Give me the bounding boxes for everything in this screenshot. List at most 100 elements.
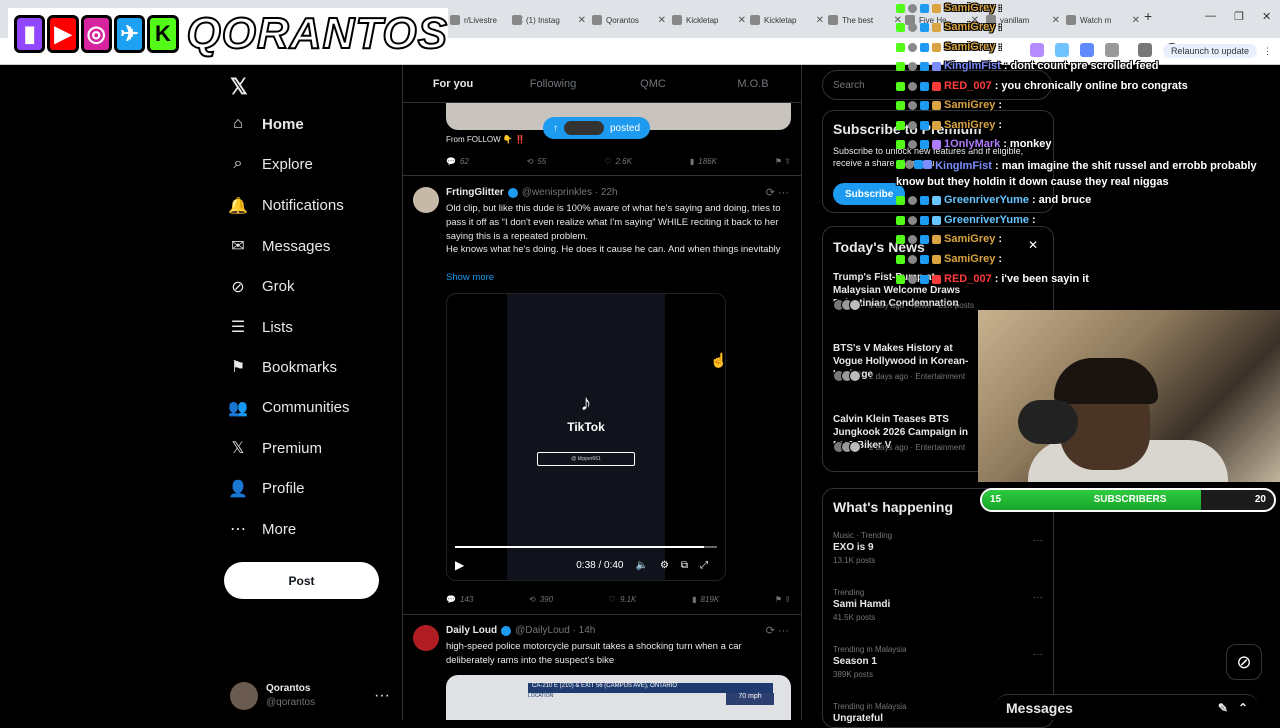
more-dots-icon[interactable]: ···: [1033, 535, 1043, 546]
browser-tab[interactable]: Kickletap ✕: [750, 9, 824, 31]
extension-icon[interactable]: [1080, 43, 1094, 57]
chat-badge-icon: [920, 234, 929, 244]
play-icon[interactable]: ▶: [455, 558, 464, 572]
nav-item-premium[interactable]: 𝕏 Premium: [228, 438, 322, 458]
sidebar-icon[interactable]: [1138, 43, 1152, 57]
avatar[interactable]: [413, 625, 439, 651]
close-tab-icon[interactable]: ✕: [578, 15, 586, 26]
close-window-icon[interactable]: ✕: [1262, 10, 1271, 23]
author-handle[interactable]: @DailyLoud · 14h: [515, 625, 595, 636]
author-name[interactable]: Daily Loud: [446, 625, 497, 636]
tab-for-you[interactable]: For you: [403, 65, 503, 102]
avatar[interactable]: [413, 187, 439, 213]
chevron-up-icon[interactable]: ⌃: [1238, 701, 1248, 715]
minimize-icon[interactable]: —: [1205, 10, 1216, 22]
browser-tab[interactable]: The best ✕: [828, 9, 902, 31]
nav-item-explore[interactable]: ⌕ Explore: [228, 155, 313, 173]
show-more-link[interactable]: Show more: [446, 272, 494, 283]
grok-float-icon[interactable]: ⊘: [1226, 644, 1262, 680]
tab-m-o-b[interactable]: M.O.B: [703, 65, 801, 102]
nav-item-grok[interactable]: ⊘ Grok: [228, 277, 294, 297]
views-button[interactable]: ▮ 819K: [692, 595, 719, 604]
author-name[interactable]: FrtingGlitter: [446, 187, 504, 198]
subscribe-button[interactable]: Subscribe: [833, 183, 906, 205]
more-dots-icon[interactable]: ···: [1033, 592, 1043, 603]
trend-cat: Trending: [833, 588, 865, 597]
volume-icon[interactable]: 🔈: [636, 560, 648, 571]
browser-tab[interactable]: Kickletap ✕: [672, 9, 746, 31]
avatar-stack: [833, 441, 861, 453]
new-tab-icon[interactable]: +: [1144, 8, 1152, 24]
restore-icon[interactable]: ❐: [1234, 10, 1244, 23]
reply-button[interactable]: 💬 62: [446, 157, 469, 166]
favicon-icon: [592, 15, 602, 25]
nav-item-messages[interactable]: ✉ Messages: [228, 236, 330, 256]
close-icon[interactable]: ✕: [1028, 238, 1038, 252]
sub-badge-icon: [908, 195, 917, 205]
chat-badge-icon: [920, 215, 929, 225]
kebab-menu-icon[interactable]: ⋮: [1263, 46, 1272, 57]
trend-name[interactable]: Season 1: [833, 656, 877, 667]
nav-item-communities[interactable]: 👥 Communities: [228, 398, 350, 418]
sub-badge-icon: [908, 274, 917, 284]
more-dots-icon[interactable]: ⟳ ···: [766, 624, 789, 637]
extension-icon[interactable]: [1105, 43, 1119, 57]
trend-name[interactable]: EXO is 9: [833, 542, 874, 553]
x-logo-icon[interactable]: 𝕏: [230, 74, 248, 100]
nav-item-home[interactable]: ⌂ Home: [228, 115, 304, 133]
new-posts-pill[interactable]: ↑ posted: [543, 117, 651, 139]
like-button[interactable]: ♡ 9.1K: [609, 595, 637, 604]
nav-item-notifications[interactable]: 🔔 Notifications: [228, 196, 344, 216]
repost-button[interactable]: ⟲ 55: [527, 157, 547, 166]
trend-name[interactable]: Ungrateful: [833, 713, 883, 724]
messages-drawer[interactable]: Messages ✎ ⌃: [996, 694, 1258, 720]
settings-icon[interactable]: ⚙: [660, 560, 669, 571]
bookmark-share-icons[interactable]: ⚑ ⇪: [775, 595, 791, 604]
tab-following[interactable]: Following: [503, 65, 603, 102]
video-progress[interactable]: [455, 546, 717, 548]
fullscreen-icon[interactable]: ⤢: [700, 560, 708, 571]
headphone: [1018, 400, 1078, 444]
tweet-media[interactable]: CA-210 E (210) & EXIT 56 (CAMPUS AVE), O…: [446, 675, 791, 720]
close-tab-icon[interactable]: ✕: [816, 15, 824, 26]
bookmark-share-icons[interactable]: ⚑ ⇪: [775, 157, 791, 166]
like-button[interactable]: ♡ 2.6K: [604, 157, 632, 166]
extension-icon[interactable]: [1055, 43, 1069, 57]
chat-message: GreenriverYume : and bruce: [896, 194, 1091, 206]
sub-badge-icon: [905, 160, 914, 169]
pip-icon[interactable]: ⧉: [681, 560, 688, 571]
nav-item-more[interactable]: ⋯ More: [228, 519, 296, 539]
tab-qmc[interactable]: QMC: [603, 65, 703, 102]
trend-name[interactable]: Sami Hamdi: [833, 599, 890, 610]
compose-icon[interactable]: ✎: [1218, 701, 1228, 715]
more-dots-icon[interactable]: ···: [374, 687, 390, 705]
reply-button[interactable]: 💬 143: [446, 595, 473, 604]
browser-tab-label: The best: [842, 15, 874, 25]
nav-item-profile[interactable]: 👤 Profile: [228, 479, 305, 499]
nav-item-lists[interactable]: ☰ Lists: [228, 317, 293, 337]
more-dots-icon[interactable]: ⟳ ···: [766, 186, 789, 199]
chat-text: you chronically online bro congrats: [1001, 80, 1188, 92]
chat-badge-icon: [932, 195, 941, 205]
browser-tab[interactable]: Qorantos ✕: [592, 9, 666, 31]
post-button[interactable]: Post: [224, 562, 379, 599]
browser-tab[interactable]: (1) Instag ✕: [512, 9, 586, 31]
account-switcher[interactable]: Qorantos @qorantos ···: [230, 680, 390, 712]
close-tab-icon[interactable]: ✕: [658, 15, 666, 26]
video-frame: ♪ TikTok @ klipper661: [507, 294, 665, 580]
video-player[interactable]: ♪ TikTok @ klipper661 ▶ 0:38 / 0:40 🔈 ⚙ …: [446, 293, 726, 581]
more-dots-icon[interactable]: ···: [1033, 649, 1043, 660]
author-handle[interactable]: @wenisprinkles · 22h: [522, 187, 618, 198]
close-tab-icon[interactable]: ✕: [1052, 15, 1060, 26]
close-tab-icon[interactable]: ✕: [1132, 15, 1140, 26]
extension-icon[interactable]: [1030, 43, 1044, 57]
chat-message: SamiGrey :: [896, 41, 1005, 53]
views-button[interactable]: ▮ 186K: [690, 157, 717, 166]
relaunch-label[interactable]: Relaunch to update: [1162, 44, 1257, 58]
nav-item-bookmarks[interactable]: ⚑ Bookmarks: [228, 357, 337, 377]
browser-tab[interactable]: Watch m ✕: [1066, 9, 1140, 31]
repost-button[interactable]: ⟲ 390: [529, 595, 553, 604]
relaunch-update[interactable]: Relaunch to update ⋮: [1162, 44, 1272, 58]
search-icon: ⌕: [233, 155, 243, 173]
close-tab-icon[interactable]: ✕: [738, 15, 746, 26]
